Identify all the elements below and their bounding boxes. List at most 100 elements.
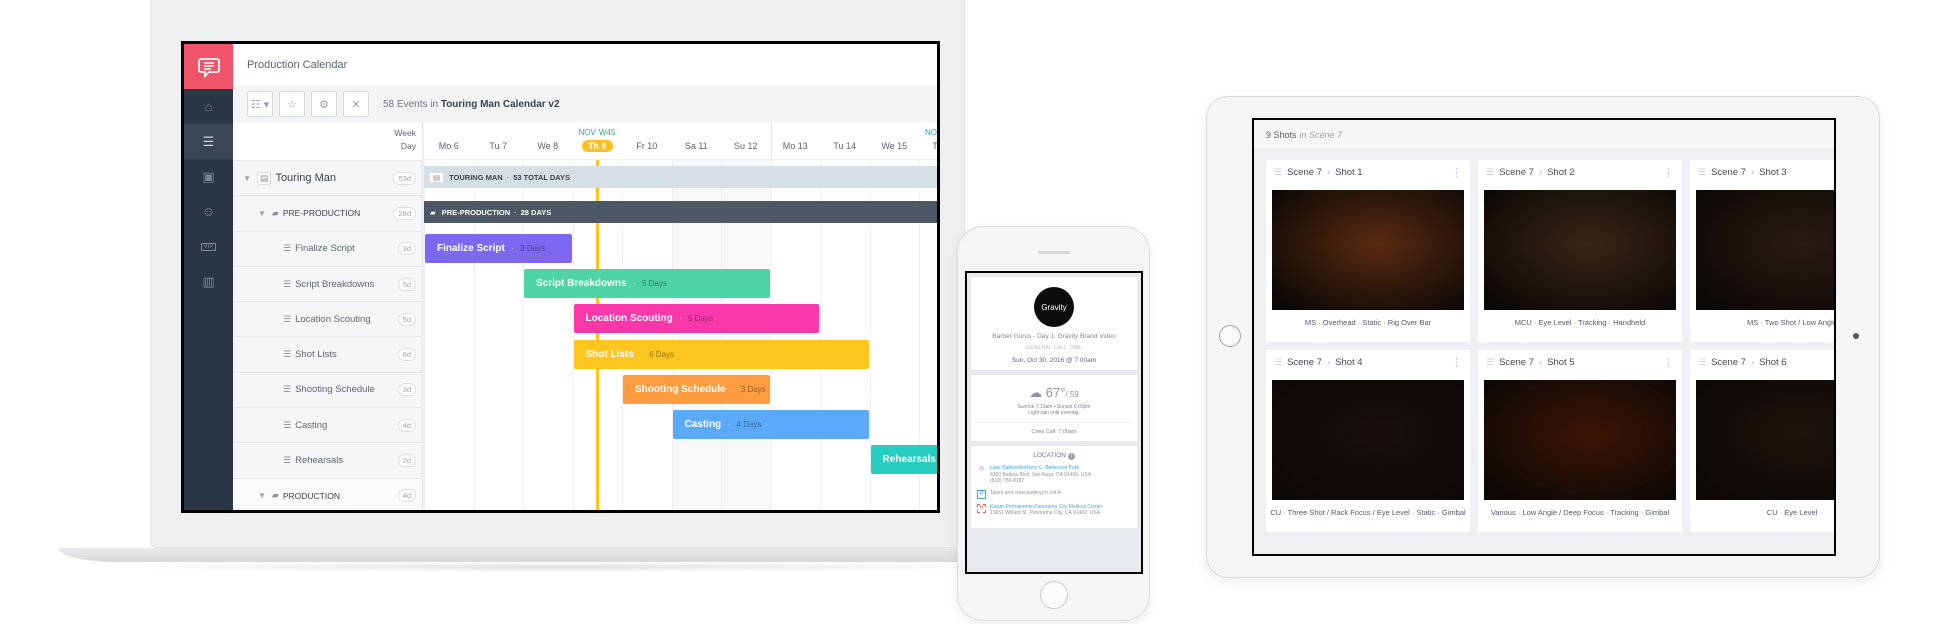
day-header-sa-11[interactable]: Sa 11 — [672, 122, 722, 160]
location-item[interactable]: H Kaiser Permanente Panorama City Medical… — [977, 503, 1131, 517]
shot-thumbnail[interactable] — [1696, 380, 1834, 500]
drag-handle-icon[interactable]: ☰ — [1274, 167, 1282, 178]
day-header-row: Mo 6 Tu 7 We 8 Th 9 Fr 10 Sa 11 Su 12 Mo 13 Tu 1… — [424, 122, 937, 160]
star-button[interactable]: ☆ — [279, 91, 305, 117]
chevron-right-icon: › — [1326, 166, 1331, 178]
people-icon: ☺ — [201, 204, 216, 219]
task-row[interactable]: ☰ Location Scouting 5d — [233, 301, 422, 336]
event-title: Barber Gurus - Day 1, Gravity Brand Vide… — [992, 333, 1116, 340]
more-options-icon[interactable]: ⋮ — [1663, 166, 1674, 179]
shot-list-header: 9 Shots in Scene 7 — [1254, 120, 1834, 150]
tablet-home-button[interactable] — [1219, 325, 1241, 347]
phone-home-button[interactable] — [1040, 581, 1068, 609]
sidebar-item-gantt[interactable]: ☰ — [184, 124, 233, 159]
more-options-icon[interactable]: ⋮ — [1663, 356, 1674, 369]
shot-thumbnail[interactable] — [1484, 190, 1676, 310]
day-header-mo-6[interactable]: Mo 6 — [424, 122, 474, 160]
day-label: Mo 13 — [782, 141, 808, 151]
task-icon: ☰ — [283, 313, 292, 324]
more-options-icon[interactable]: ⋮ — [1451, 356, 1462, 369]
phone-speaker — [1038, 251, 1070, 254]
more-options-icon[interactable]: ⋮ — [1451, 166, 1462, 179]
scene-label: Scene 7 — [1287, 356, 1322, 368]
location-item[interactable]: P Talent and crew parking in Lot A. — [977, 489, 1131, 499]
shot-card[interactable]: ☰ Scene 7 › Shot 5 ⋮ Various · Low Angle / De… — [1478, 350, 1682, 532]
collapse-icon: ✕ — [351, 98, 361, 111]
chevron-right-icon: › — [1750, 356, 1755, 368]
location-item[interactable]: ◎ Lake Balboa/Anthony C. Beilenson Park 63… — [977, 465, 1131, 485]
task-row[interactable]: ▼ ▰ PRODUCTION 4d — [233, 477, 422, 510]
drag-handle-icon[interactable]: ☰ — [1486, 167, 1494, 178]
shot-card[interactable]: ☰Scene 7›Shot 6⋮CU · Eye Level — [1690, 350, 1834, 532]
drag-handle-icon[interactable]: ☰ — [1486, 357, 1494, 368]
task-icon: ☰ — [283, 419, 292, 430]
shot-label: Shot 3 — [1759, 166, 1787, 178]
separator: · — [639, 348, 644, 360]
duration-badge: 5d — [397, 312, 416, 326]
sidebar-item-document[interactable]: ▣ — [184, 159, 233, 194]
task-row[interactable]: ☰ Casting 4d — [233, 407, 422, 442]
speech-bubble-logo-icon[interactable] — [184, 44, 233, 89]
event-summary: 58 Events in Touring Man Calendar v2 — [383, 98, 560, 110]
sidebar: ⌂ ☰ ▣ ☺ VIP ▥ — [184, 44, 233, 510]
shot-card[interactable]: ☰ Scene 7 › Shot 4 ⋮ CU · Three Shot / Rack F… — [1266, 350, 1470, 532]
day-header-su-12[interactable]: Su 12 — [721, 122, 771, 160]
shot-thumbnail[interactable] — [1272, 380, 1464, 500]
day-header-we-15[interactable]: We 15 — [870, 122, 920, 160]
day-header-tu-14[interactable]: Tu 14 — [820, 122, 870, 160]
task-bar-finalize-script[interactable]: Finalize Script · 3 Days — [425, 233, 572, 263]
folder-icon: ▰ — [271, 490, 279, 501]
task-name: Shooting Schedule — [295, 384, 375, 396]
phase-summary-bar[interactable]: ▰ PRE-PRODUCTION · 28 DAYS — [424, 201, 937, 224]
task-row[interactable]: ☰ Finalize Script 3d — [233, 230, 422, 266]
shot-card[interactable]: ☰Scene 7›Shot 3⋮MS · Two Shot / Low Angl… — [1690, 160, 1834, 342]
shot-card[interactable]: ☰ Scene 7 › Shot 1 ⋮ MS · Overhead · Static ·… — [1266, 160, 1470, 342]
task-bar-shooting-schedule[interactable]: Shooting Schedule · 3 Days — [623, 374, 770, 404]
task-bar-casting[interactable]: Casting · 4 Days — [672, 410, 869, 440]
expand-triangle-icon[interactable]: ▼ — [258, 209, 266, 218]
shot-caption: CU · Three Shot / Rack Focus / Eye Level… — [1270, 508, 1466, 517]
day-label: Fr 10 — [636, 141, 658, 151]
shot-thumbnail[interactable] — [1696, 190, 1834, 310]
sidebar-item-home[interactable]: ⌂ — [184, 89, 233, 124]
weather-card: ☁ 67°/ 59 Sunrise 7:13am • Sunset 6:03pm… — [971, 375, 1137, 441]
day-header-we-8[interactable]: We 8 — [523, 122, 573, 160]
day-header-fr-10[interactable]: Fr 10 — [622, 122, 672, 160]
shot-thumbnail[interactable] — [1484, 380, 1676, 500]
project-summary-bar[interactable]: ▤ TOURING MAN · 53 TOTAL DAYS — [424, 166, 937, 188]
drag-handle-icon[interactable]: ☰ — [1274, 357, 1282, 368]
shot-thumbnail[interactable] — [1272, 190, 1464, 310]
location-link[interactable]: Lake Balboa/Anthony C. Beilenson Park — [990, 465, 1091, 472]
expand-triangle-icon[interactable]: ▼ — [243, 174, 251, 183]
sidebar-item-vip[interactable]: VIP — [184, 229, 233, 264]
task-bar-script-breakdowns[interactable]: Script Breakdowns · 5 Days — [524, 268, 770, 298]
expand-triangle-icon[interactable]: ▼ — [258, 491, 266, 500]
drag-handle-icon[interactable]: ☰ — [1698, 357, 1706, 368]
task-row[interactable]: ▼ ▤ Touring Man 53d — [233, 160, 422, 195]
weather-temps: ☁ 67°/ 59 — [1029, 385, 1079, 400]
shot-card[interactable]: ☰ Scene 7 › Shot 2 ⋮ MCU · Eye Level · Tracki… — [1478, 160, 1682, 342]
info-icon[interactable]: i — [1067, 453, 1075, 460]
task-row[interactable]: ☰ Shooting Schedule 3d — [233, 371, 422, 407]
sidebar-item-people[interactable]: ☺ — [184, 194, 233, 229]
day-header-mo-13[interactable]: Mo 13 — [771, 122, 821, 160]
group-by-button[interactable]: ☷ ▾ — [247, 91, 273, 117]
task-row[interactable]: ▼ ▰ PRE-PRODUCTION 28d — [233, 195, 422, 230]
week-label: NOV — [925, 128, 937, 137]
task-bar-rehearsals[interactable]: Rehearsals·2 Days — [870, 445, 937, 475]
calendar-name: Touring Man Calendar v2 — [440, 98, 560, 110]
sidebar-item-book[interactable]: ▥ — [184, 264, 233, 299]
task-name: Finalize Script — [295, 243, 355, 255]
task-row[interactable]: ☰ Shot Lists 6d — [233, 336, 422, 371]
collapse-button[interactable]: ✕ — [343, 91, 369, 117]
location-text: Kaiser Permanente Panorama City Medical … — [990, 504, 1102, 517]
task-bar-location-scouting[interactable]: Location Scouting · 5 Days — [573, 304, 819, 334]
task-row[interactable]: ☰ Script Breakdowns 5d — [233, 265, 422, 301]
task-bar-duration: 3 Days — [740, 384, 766, 394]
drag-handle-icon[interactable]: ☰ — [1698, 167, 1706, 178]
settings-button[interactable]: ⚙ — [311, 91, 337, 117]
task-row[interactable]: ☰ Rehearsals 2d — [233, 442, 422, 477]
task-name: PRE-PRODUCTION — [282, 208, 361, 219]
task-bar-shot-lists[interactable]: Shot Lists · 6 Days — [573, 339, 869, 369]
day-header-tu-7[interactable]: Tu 7 — [474, 122, 524, 160]
